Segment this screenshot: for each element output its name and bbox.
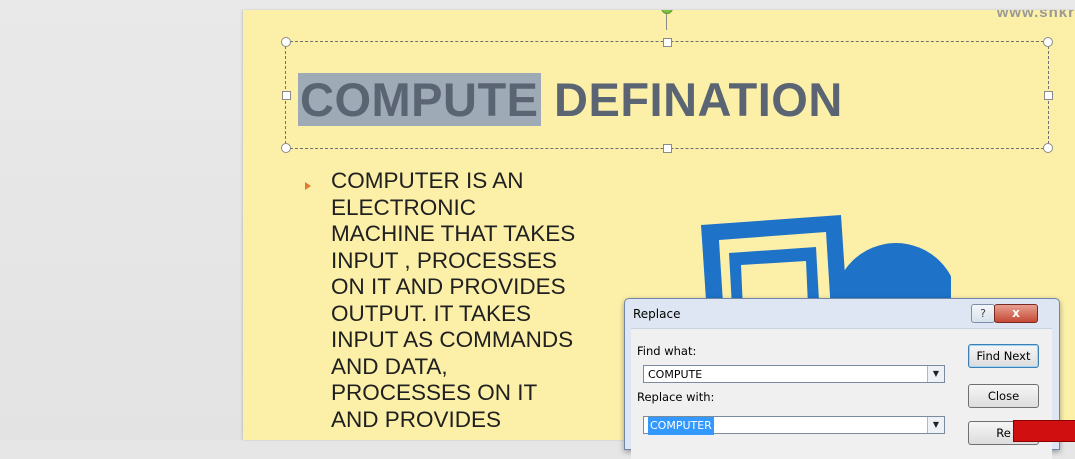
red-overlay-corner	[1013, 420, 1075, 442]
title-rest-text: DEFINATION	[540, 73, 843, 126]
find-what-combobox[interactable]: COMPUTE ▼	[643, 365, 945, 383]
rotation-connector	[666, 12, 667, 30]
replace-dropdown-icon[interactable]: ▼	[927, 417, 944, 433]
close-button[interactable]: Close	[968, 384, 1039, 408]
watermark-url: www.snkr	[996, 10, 1075, 21]
find-next-button[interactable]: Find Next	[968, 344, 1039, 368]
find-dropdown-icon[interactable]: ▼	[927, 366, 944, 382]
replace-with-value: COMPUTER	[648, 417, 714, 435]
help-button[interactable]: ?	[971, 304, 995, 323]
resize-handle-bottom-right[interactable]	[1043, 143, 1053, 153]
resize-handle-bottom[interactable]	[663, 144, 672, 153]
resize-handle-bottom-left[interactable]	[281, 143, 291, 153]
title-highlighted-text: COMPUTE	[298, 73, 541, 126]
resize-handle-right[interactable]	[1044, 91, 1053, 100]
rotate-handle[interactable]	[661, 10, 673, 14]
close-dialog-button[interactable]: x	[994, 304, 1038, 323]
bullet-text: COMPUTER IS AN ELECTRONIC MACHINE THAT T…	[331, 168, 576, 432]
bullet-arrow-icon	[305, 182, 311, 190]
find-what-value: COMPUTE	[648, 368, 703, 381]
dialog-body: Find what: COMPUTE ▼ Replace with: COMPU…	[631, 328, 1052, 459]
dialog-title: Replace	[633, 307, 681, 321]
slide-title[interactable]: COMPUTE DEFINATION	[298, 72, 843, 127]
resize-handle-top[interactable]	[663, 38, 672, 47]
find-what-label: Find what:	[637, 344, 697, 358]
resize-handle-top-left[interactable]	[281, 37, 291, 47]
resize-handle-left[interactable]	[282, 91, 291, 100]
replace-with-combobox[interactable]: COMPUTER ▼	[643, 416, 945, 435]
replace-with-label: Replace with:	[637, 390, 715, 404]
replace-dialog[interactable]: Replace ? x Find what: COMPUTE ▼ Replace…	[624, 298, 1060, 459]
resize-handle-top-right[interactable]	[1043, 37, 1053, 47]
